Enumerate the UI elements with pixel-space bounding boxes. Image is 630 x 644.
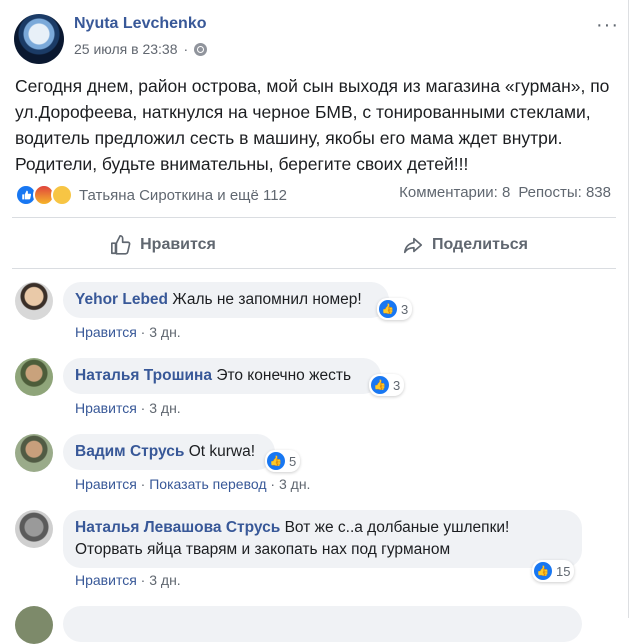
author-avatar[interactable] (14, 14, 64, 64)
comment-text: Жаль не запомнил номер! (172, 291, 362, 308)
comment-time[interactable]: 3 дн. (149, 324, 180, 340)
globe-icon[interactable] (194, 42, 208, 56)
comment-like-count[interactable]: 👍 3 (369, 374, 405, 396)
share-label: Поделиться (431, 236, 529, 253)
commenter-name[interactable]: Yehor Lebed (75, 291, 168, 308)
like-button[interactable]: Нравится (12, 225, 314, 265)
commenter-avatar[interactable] (15, 606, 53, 644)
comment-like-link[interactable]: Нравится (75, 572, 137, 588)
like-reaction-icon: 👍 (267, 452, 285, 470)
comment-like-link[interactable]: Нравится (75, 324, 137, 340)
comment-like-link[interactable]: Нравится (75, 400, 137, 416)
commenter-name[interactable]: Наталья Трошина (75, 367, 212, 384)
comment-like-count[interactable]: 👍 15 (532, 560, 575, 582)
comment-like-count[interactable]: 👍 3 (377, 298, 413, 320)
comments-count[interactable]: Комментарии: 8 (399, 184, 510, 201)
commenter-name[interactable]: Наталья Левашова Струсь (75, 519, 280, 536)
shares-count[interactable]: Репосты: 838 (518, 184, 611, 201)
commenter-avatar[interactable] (15, 282, 53, 320)
reactions-names[interactable]: Татьяна Сироткина и ещё 112 (79, 187, 287, 204)
divider (12, 217, 616, 218)
post-card: Nyuta Levchenko 25 июля в 23:38 · ··· Се… (0, 0, 629, 644)
comment-meta: Нравится · 3 дн. (75, 400, 181, 416)
comment-meta: Нравится · Показать перевод · 3 дн. (75, 476, 311, 492)
post-time[interactable]: 25 июля в 23:38 (74, 41, 177, 57)
comment-like-count[interactable]: 👍 5 (265, 450, 301, 472)
comment-bubble (63, 606, 582, 642)
post-stats: Комментарии: 8 Репосты: 838 (399, 184, 611, 201)
comment-text: Это конечно жесть (216, 367, 352, 384)
comment-time[interactable]: 3 дн. (279, 476, 310, 492)
comment-like-link[interactable]: Нравится (75, 476, 137, 492)
wow-reaction-icon (51, 184, 73, 206)
commenter-avatar[interactable] (15, 434, 53, 472)
commenter-avatar[interactable] (15, 358, 53, 396)
comment-time[interactable]: 3 дн. (149, 400, 180, 416)
divider (12, 268, 616, 269)
share-arrow-icon (403, 237, 423, 254)
comment-meta: Нравится · 3 дн. (75, 324, 181, 340)
comment-text: Ot kurwa! (188, 443, 256, 460)
comment-bubble: Вадим Струсь Ot kurwa! (63, 434, 275, 470)
more-icon[interactable]: ··· (596, 14, 619, 37)
post-meta: 25 июля в 23:38 · (74, 41, 208, 57)
commenter-avatar[interactable] (15, 510, 53, 548)
reactions-summary[interactable]: Татьяна Сироткина и ещё 112 (15, 184, 287, 206)
like-reaction-icon: 👍 (379, 300, 397, 318)
comment-bubble: Наталья Левашова Струсь Вот же с..а долб… (63, 510, 582, 568)
like-reaction-icon: 👍 (371, 376, 389, 394)
comment-bubble: Yehor Lebed Жаль не запомнил номер! (63, 282, 389, 318)
like-label: Нравится (140, 236, 216, 253)
comment-bubble: Наталья Трошина Это конечно жесть (63, 358, 381, 394)
show-translation-link[interactable]: Показать перевод (149, 476, 266, 492)
post-actions: Нравится Поделиться (12, 225, 616, 265)
thumbs-up-icon (111, 235, 131, 255)
author-name[interactable]: Nyuta Levchenko (74, 15, 206, 33)
comment-time[interactable]: 3 дн. (149, 572, 180, 588)
comment-meta: Нравится · 3 дн. (75, 572, 181, 588)
like-reaction-icon: 👍 (534, 562, 552, 580)
post-text: Сегодня днем, район острова, мой сын вых… (15, 76, 610, 174)
share-button[interactable]: Поделиться (314, 225, 616, 265)
commenter-name[interactable]: Вадим Струсь (75, 443, 184, 460)
